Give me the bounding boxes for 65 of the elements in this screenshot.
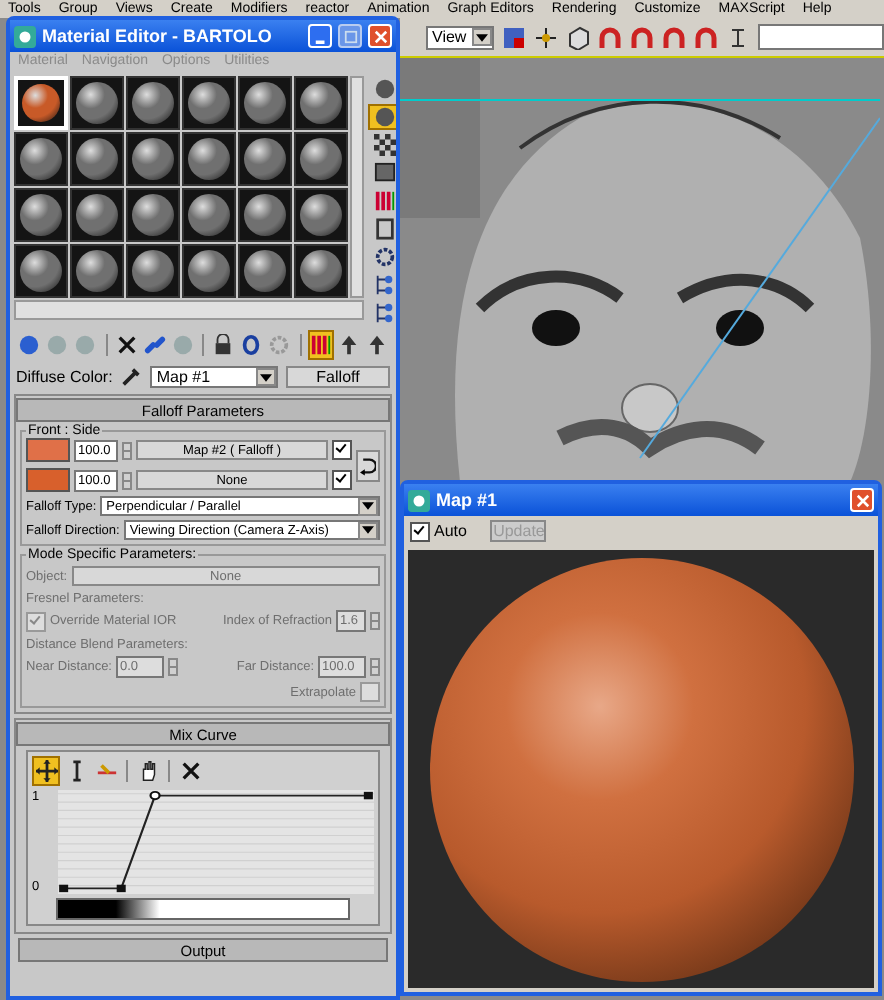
map-name-field[interactable]: Map #1 — [150, 366, 278, 388]
checkbox[interactable] — [332, 440, 352, 460]
named-selection-field[interactable] — [758, 24, 884, 50]
mix-curve-drawing[interactable] — [58, 790, 374, 894]
caret-icon — [260, 373, 272, 381]
film-icon — [373, 218, 395, 240]
maximize-icon — [343, 29, 357, 43]
magnet-icon[interactable] — [662, 25, 686, 49]
square-icon — [373, 162, 395, 184]
ball-icon — [171, 334, 194, 356]
ring-icon — [240, 334, 263, 356]
cube-icon[interactable] — [566, 25, 590, 49]
window-title: Map #1 — [436, 490, 500, 510]
checker-icon — [373, 134, 395, 156]
color-swatch[interactable] — [26, 438, 70, 462]
move-icon — [35, 760, 57, 782]
magnet-icon[interactable] — [694, 25, 718, 49]
horizontal-scrollbar[interactable] — [14, 300, 364, 320]
side-tool-button[interactable] — [368, 104, 396, 130]
toolbar-button[interactable] — [238, 330, 265, 360]
gear-icon — [268, 334, 291, 356]
close-button[interactable] — [850, 488, 874, 512]
ball-icon — [18, 334, 41, 356]
ball-icon — [46, 334, 69, 356]
color-swatch[interactable] — [26, 468, 70, 492]
pivot-icon[interactable] — [534, 25, 558, 49]
tree-icon — [373, 274, 395, 296]
auto-label: Auto — [434, 522, 467, 540]
lock-icon — [212, 334, 235, 356]
window-icon[interactable] — [502, 25, 526, 49]
caret-icon — [476, 33, 488, 41]
view-dropdown[interactable]: View — [426, 25, 494, 49]
swap-button[interactable] — [356, 449, 380, 481]
app-icon — [14, 25, 36, 47]
chain-icon — [143, 334, 166, 356]
ball-icon — [373, 106, 395, 128]
close-button[interactable] — [368, 24, 392, 48]
arrow-icon — [365, 334, 388, 356]
ball-icon — [373, 78, 395, 100]
checkbox[interactable] — [410, 521, 430, 541]
eyedropper-icon[interactable] — [120, 366, 143, 388]
minimize-button[interactable] — [308, 24, 332, 48]
cross-icon — [179, 760, 201, 782]
gear-icon — [373, 246, 395, 268]
swap-icon — [360, 455, 376, 475]
tree-icon — [373, 302, 395, 324]
window-title: Material Editor - BARTOLO — [42, 26, 274, 46]
cross-icon — [115, 334, 138, 356]
caret-icon — [362, 502, 374, 510]
bars-icon — [373, 190, 395, 212]
diffuse-color-label: Diffuse Color: — [16, 368, 113, 386]
checkbox[interactable] — [332, 470, 352, 490]
magnet-icon[interactable] — [630, 25, 654, 49]
map-type-button[interactable]: Falloff — [286, 366, 390, 388]
close-icon — [855, 493, 869, 507]
magnet-icon[interactable] — [598, 25, 622, 49]
vertical-scrollbar[interactable] — [350, 76, 364, 298]
arrow-icon — [337, 334, 360, 356]
bars-icon — [309, 334, 332, 356]
app-icon — [408, 489, 430, 511]
ball-icon — [74, 334, 97, 356]
side-tool-button[interactable] — [368, 132, 396, 158]
close-icon — [373, 29, 387, 43]
hand-icon — [137, 760, 159, 782]
caret-icon — [362, 526, 374, 534]
